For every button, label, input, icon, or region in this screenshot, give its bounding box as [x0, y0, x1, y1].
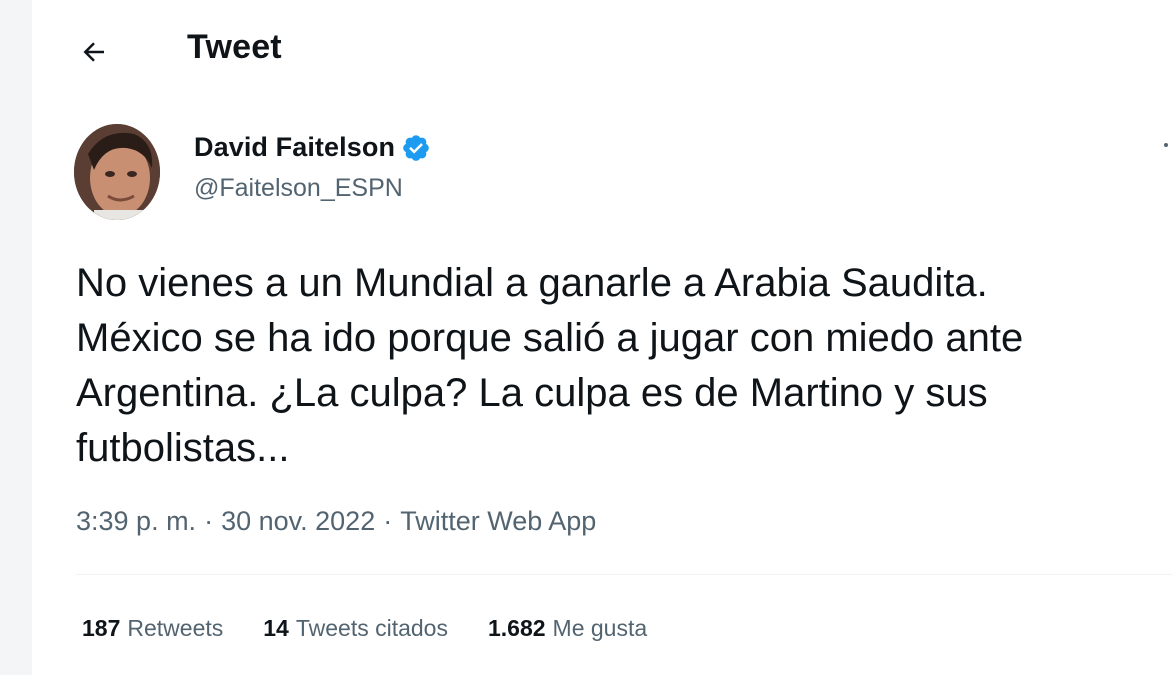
user-name[interactable]: David Faitelson [194, 132, 395, 163]
user-handle[interactable]: @Faitelson_ESPN [194, 174, 403, 203]
tweet-text: No vienes a un Mundial a ganarle a Arabi… [76, 256, 1166, 476]
divider [76, 574, 1172, 575]
retweets-count: 187 [82, 615, 121, 641]
arrow-left-icon [83, 42, 104, 62]
page-title: Tweet [187, 28, 282, 66]
more-options-icon[interactable] [1152, 130, 1172, 160]
avatar[interactable] [74, 124, 160, 220]
tweet-panel: Tweet David Faitelson @Faitelson_ESPN No… [32, 0, 1172, 675]
verified-badge-icon [403, 134, 429, 161]
quote-tweets-count: 14 [263, 615, 289, 641]
user-name-row: David Faitelson [194, 132, 431, 163]
tweet-stats: 187 Retweets 14 Tweets citados 1.682 Me … [82, 615, 647, 642]
tweet-time[interactable]: 3:39 p. m. [76, 506, 196, 537]
likes-count: 1.682 [487, 615, 546, 641]
quote-tweets-label: Tweets citados [295, 615, 448, 641]
likes-stat[interactable]: 1.682 Me gusta [488, 615, 647, 642]
back-button[interactable] [72, 30, 116, 74]
retweets-stat[interactable]: 187 Retweets [82, 615, 223, 642]
likes-label: Me gusta [552, 615, 648, 641]
quote-tweets-stat[interactable]: 14 Tweets citados [263, 615, 448, 642]
tweet-text-line: Argentina. ¿La culpa? La culpa es de Mar… [76, 371, 988, 415]
tweet-source[interactable]: Twitter Web App [400, 506, 596, 537]
header: Tweet [32, 0, 1172, 100]
tweet-text-line: No vienes a un Mundial a ganarle a Arabi… [76, 261, 988, 305]
meta-separator: · [204, 506, 214, 536]
tweet-text-line: México se ha ido porque salió a jugar co… [76, 316, 1024, 360]
avatar-image [74, 124, 160, 220]
tweet-text-line: futbolistas... [76, 426, 290, 470]
meta-separator: · [383, 506, 393, 536]
tweet-meta: 3:39 p. m. · 30 nov. 2022 · Twitter Web … [76, 506, 596, 537]
tweet-date[interactable]: 30 nov. 2022 [221, 506, 375, 537]
retweets-label: Retweets [127, 615, 224, 641]
